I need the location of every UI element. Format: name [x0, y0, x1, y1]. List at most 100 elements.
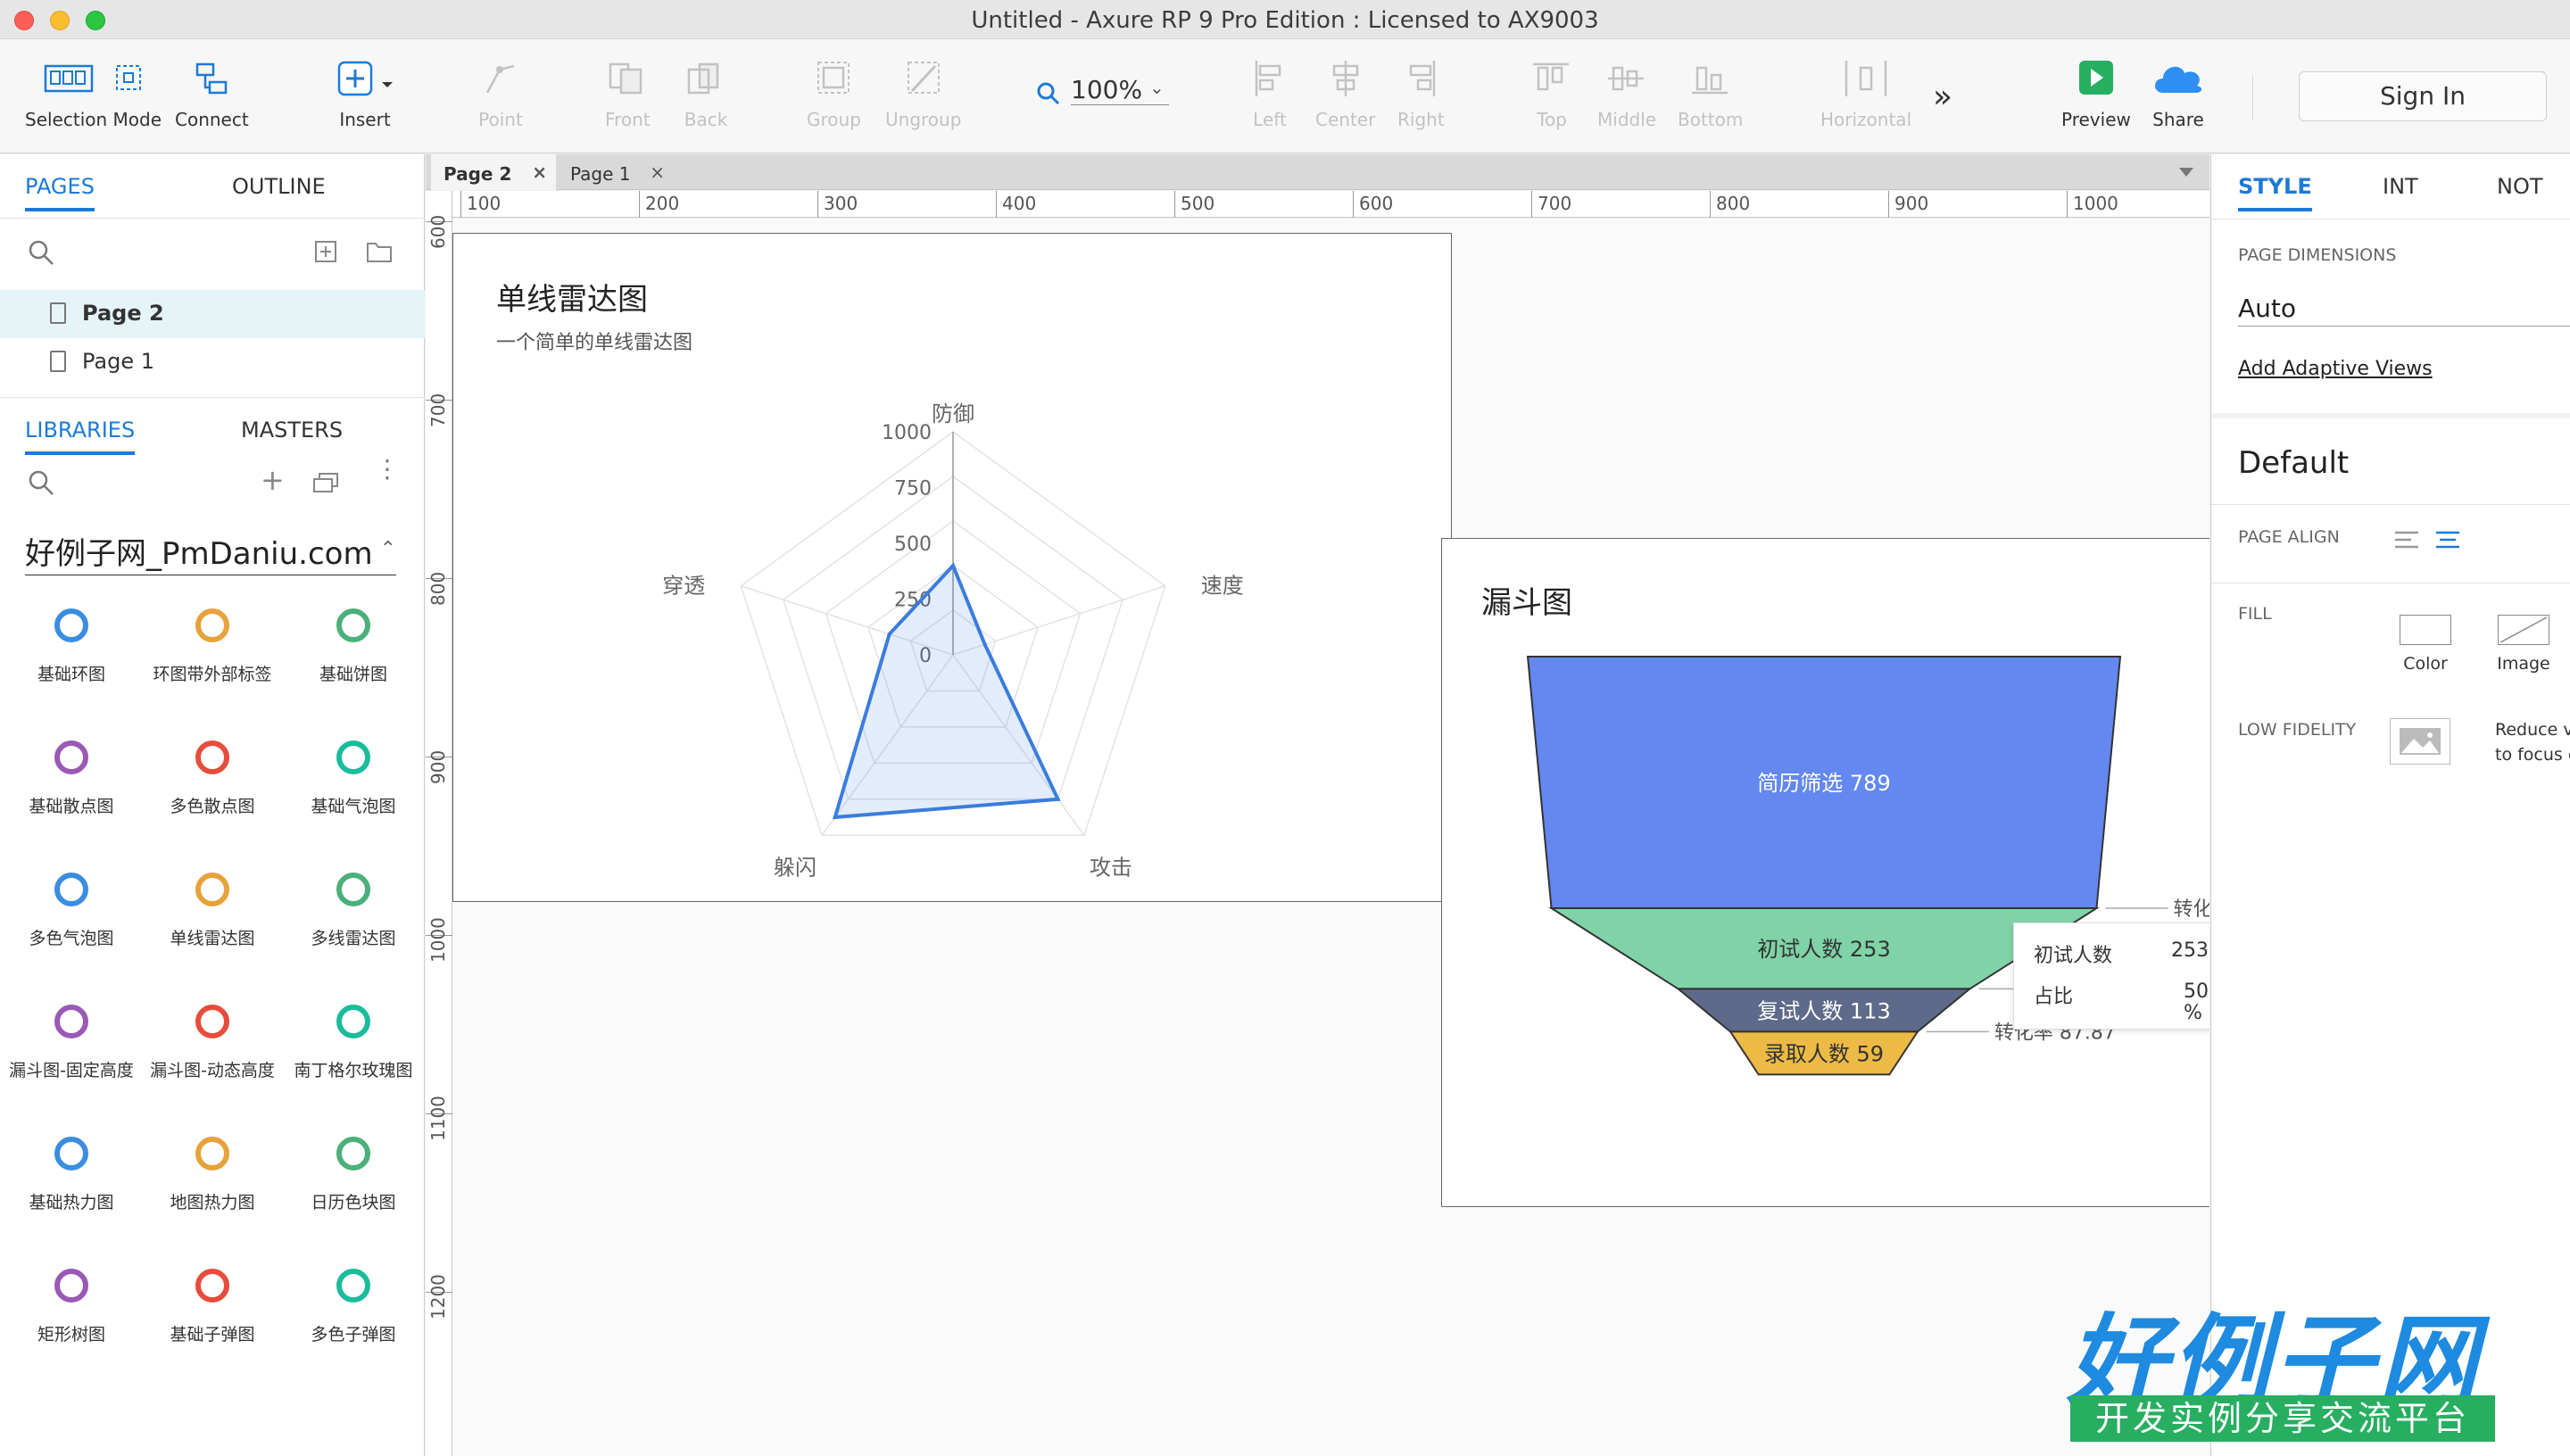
tab-page-2[interactable]: Page 2 × — [431, 154, 556, 190]
tab-masters[interactable]: MASTERS — [241, 418, 343, 443]
library-item[interactable]: 多色散点图 — [141, 731, 284, 817]
ungroup-button[interactable]: Ungroup — [885, 57, 961, 130]
library-item[interactable]: 地图热力图 — [141, 1127, 284, 1213]
tab-interactions[interactable]: INT — [2383, 174, 2418, 199]
widget-thumbnail-icon — [36, 863, 107, 916]
align-bottom-icon — [1678, 57, 1743, 100]
library-item-label: 南丁格尔玫瑰图 — [294, 1061, 413, 1080]
library-item[interactable]: 多色子弹图 — [282, 1259, 425, 1345]
tab-outline[interactable]: OUTLINE — [232, 174, 326, 199]
page-item-page-1[interactable]: Page 1 — [0, 338, 425, 386]
library-item[interactable]: 漏斗图-固定高度 — [0, 995, 143, 1081]
page-item-page-2[interactable]: Page 2 — [0, 290, 425, 338]
align-left-icon[interactable] — [2393, 529, 2420, 554]
selection-mode-button[interactable]: Selection Mode — [25, 57, 162, 130]
library-item[interactable]: 矩形树图 — [0, 1259, 143, 1345]
close-icon[interactable]: × — [532, 161, 547, 183]
preview-label: Preview — [2061, 109, 2131, 130]
library-item[interactable]: 多线雷达图 — [282, 863, 425, 949]
selection-mode-icon — [25, 57, 162, 100]
align-top-button[interactable]: Top — [1530, 57, 1574, 130]
ruler-tick-label: 400 — [996, 191, 1036, 218]
widget-thumbnail-icon — [177, 1127, 248, 1180]
library-item[interactable]: 基础散点图 — [0, 731, 143, 817]
align-center-icon[interactable] — [2434, 529, 2461, 554]
radar-data-point — [982, 642, 987, 647]
group-label: Group — [807, 109, 861, 130]
tab-notes[interactable]: NOT — [2497, 174, 2543, 199]
library-item[interactable]: 基础饼图 — [282, 599, 425, 685]
widget-thumbnail-icon — [36, 599, 107, 652]
search-icon[interactable] — [27, 468, 55, 500]
add-icon[interactable]: + — [261, 463, 285, 497]
more-tools-icon[interactable]: » — [1933, 79, 1952, 115]
library-item[interactable]: 基础气泡图 — [282, 731, 425, 817]
align-center-button[interactable]: Center — [1315, 57, 1375, 130]
library-select[interactable]: 好例子网_PmDaniu.com ⌃ — [25, 529, 396, 575]
radar-data-point — [887, 632, 891, 636]
low-fidelity-description-1: Reduce v — [2495, 720, 2570, 740]
page-dimensions-select[interactable]: Auto — [2238, 294, 2296, 323]
align-left-button[interactable]: Left — [1248, 57, 1292, 130]
library-item-label: 基础环图 — [37, 665, 105, 684]
point-button[interactable]: Point — [478, 57, 523, 130]
align-bottom-button[interactable]: Bottom — [1678, 57, 1743, 130]
library-item[interactable]: 基础子弹图 — [141, 1259, 284, 1345]
library-item-label: 多色散点图 — [170, 797, 255, 816]
align-center-label: Center — [1315, 109, 1376, 130]
funnel-segment-label: 复试人数 113 — [1757, 998, 1890, 1023]
low-fidelity-toggle[interactable] — [2390, 718, 2450, 765]
library-item[interactable]: 漏斗图-动态高度 — [141, 995, 284, 1081]
library-item[interactable]: 日历色块图 — [282, 1127, 425, 1213]
align-bottom-label: Bottom — [1678, 109, 1744, 130]
design-canvas[interactable]: 单线雷达图 一个简单的单线雷达图 02505007501000防御速度攻击躲闪穿… — [452, 219, 2209, 1456]
style-default-label[interactable]: Default — [2238, 445, 2349, 481]
library-item[interactable]: 基础环图 — [0, 599, 143, 685]
brand-watermark: 好例子网 开发实例分享交流平台 — [2067, 1281, 2513, 1451]
distribute-horizontal-button[interactable]: Horizontal — [1820, 57, 1911, 130]
ruler-tick-label: 500 — [1174, 191, 1215, 218]
low-fidelity-label: LOW FIDELITY — [2238, 720, 2357, 740]
connect-button[interactable]: Connect — [175, 57, 249, 130]
insert-button[interactable]: Insert — [334, 57, 396, 130]
library-item[interactable]: 多色气泡图 — [0, 863, 143, 949]
fill-color-button[interactable]: Color — [2390, 608, 2461, 679]
group-button[interactable]: Group — [807, 57, 861, 130]
send-back-icon — [684, 57, 728, 100]
toolbar: Selection Mode Connect Insert Point Fron… — [0, 39, 2570, 153]
align-right-button[interactable]: Right — [1397, 57, 1445, 130]
ruler-tick-label: 600 — [1353, 191, 1393, 218]
library-item[interactable]: 环图带外部标签 — [141, 599, 284, 685]
toolbar-divider — [2252, 75, 2253, 120]
radar-axis-label: 防御 — [932, 401, 974, 426]
back-button[interactable]: Back — [684, 57, 728, 130]
add-adaptive-views-link[interactable]: Add Adaptive Views — [2238, 358, 2433, 380]
search-icon[interactable] — [27, 238, 55, 270]
library-item[interactable]: 基础热力图 — [0, 1127, 143, 1213]
library-item[interactable]: 南丁格尔玫瑰图 — [282, 995, 425, 1081]
library-item[interactable]: 单线雷达图 — [141, 863, 284, 949]
radar-chart-widget[interactable]: 单线雷达图 一个简单的单线雷达图 02505007501000防御速度攻击躲闪穿… — [452, 233, 1452, 902]
fill-image-button[interactable]: Image — [2488, 608, 2559, 679]
tab-pages[interactable]: PAGES — [25, 174, 95, 211]
library-copy-icon[interactable] — [312, 472, 339, 497]
tab-overflow-icon[interactable] — [2177, 165, 2195, 182]
front-button[interactable]: Front — [605, 57, 651, 130]
widget-thumbnail-icon — [318, 731, 389, 784]
tab-libraries[interactable]: LIBRARIES — [25, 418, 136, 455]
tooltip-unit-2: % — [2184, 1002, 2202, 1024]
align-middle-button[interactable]: Middle — [1597, 57, 1656, 130]
add-page-icon[interactable] — [314, 240, 337, 267]
add-folder-icon[interactable] — [366, 240, 393, 267]
tab-page-1[interactable]: Page 1 × — [558, 154, 674, 190]
library-item-label: 基础热力图 — [29, 1193, 114, 1212]
sign-in-button[interactable]: Sign In — [2299, 71, 2547, 121]
brand-watermark-sub: 开发实例分享交流平台 — [2070, 1395, 2495, 1442]
share-button[interactable]: Share — [2149, 57, 2208, 130]
tab-style[interactable]: STYLE — [2238, 174, 2312, 211]
close-icon[interactable]: × — [650, 161, 665, 183]
more-options-icon[interactable]: ⋮ — [375, 457, 400, 482]
funnel-chart-widget[interactable]: 漏斗图 简历筛选 789转化率初试人数 253转化率 32复试人数 113转化率… — [1441, 538, 2209, 1207]
preview-button[interactable]: Preview — [2061, 57, 2131, 130]
bring-front-icon — [605, 57, 651, 100]
